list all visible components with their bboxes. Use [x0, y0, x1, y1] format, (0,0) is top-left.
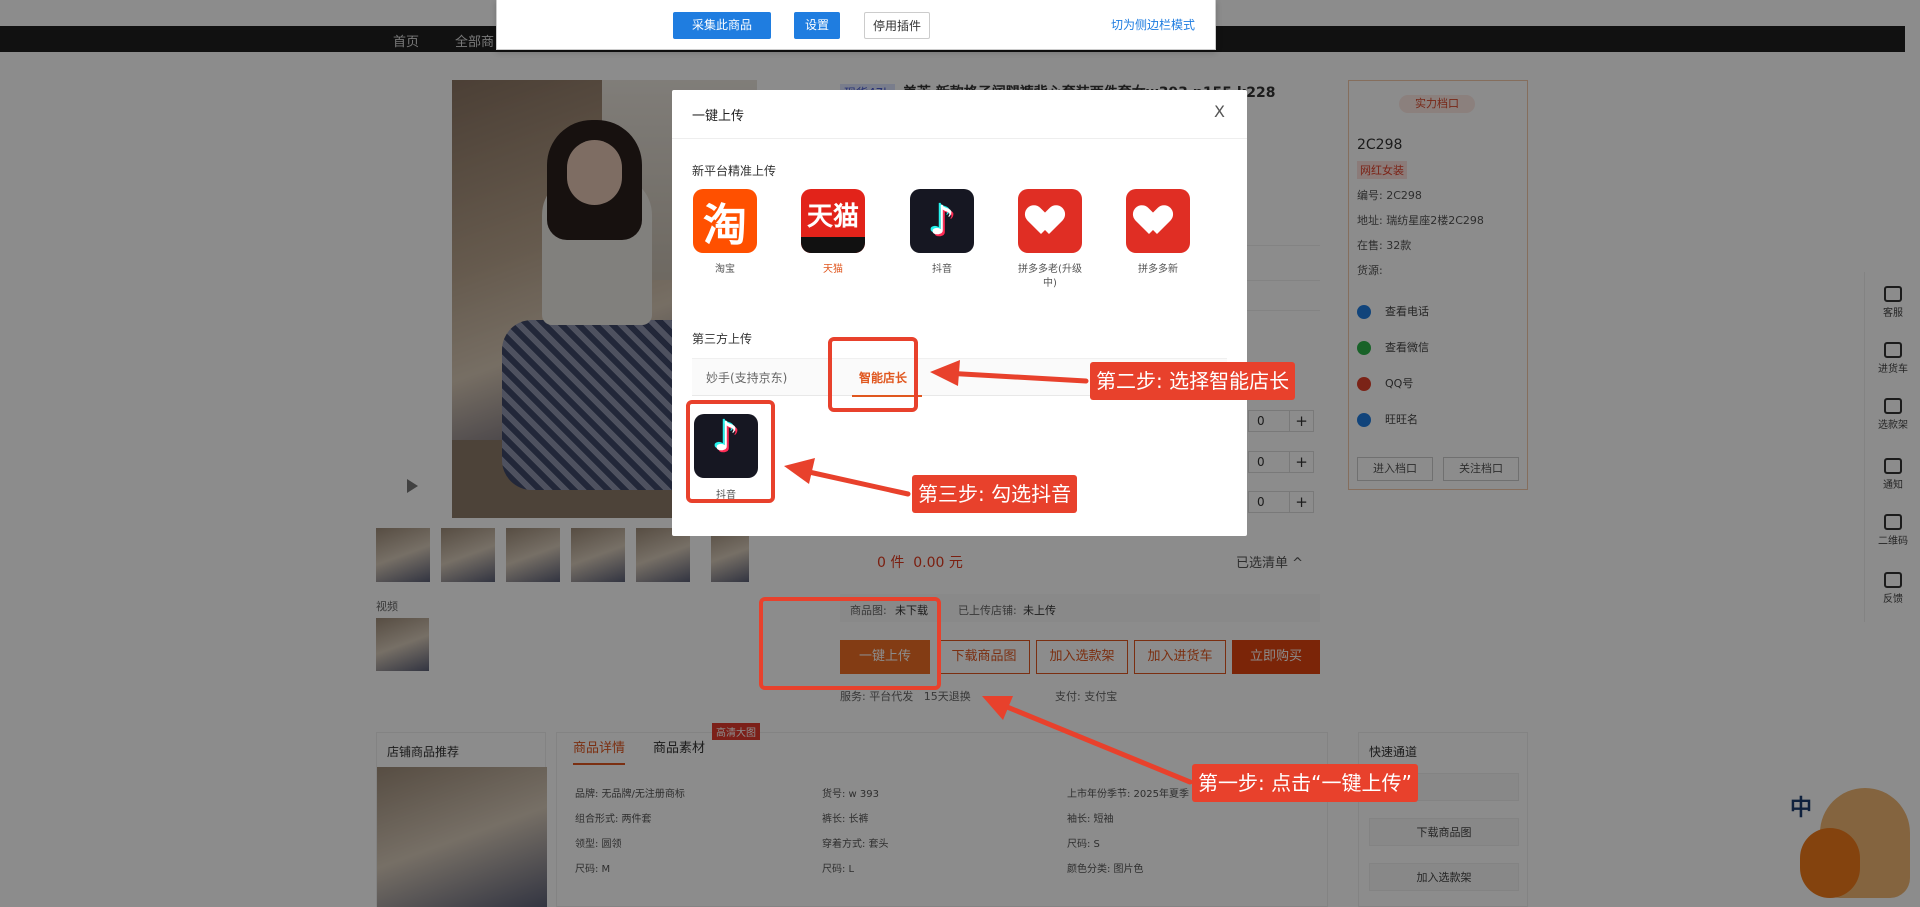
- step3-arrowhead: [784, 458, 815, 484]
- annotation-arrows: [784, 360, 1193, 785]
- step3-arrow: [797, 467, 911, 497]
- step2-arrow: [942, 370, 1089, 384]
- step2-arrowhead: [930, 360, 960, 386]
- step1-arrow: [992, 699, 1193, 785]
